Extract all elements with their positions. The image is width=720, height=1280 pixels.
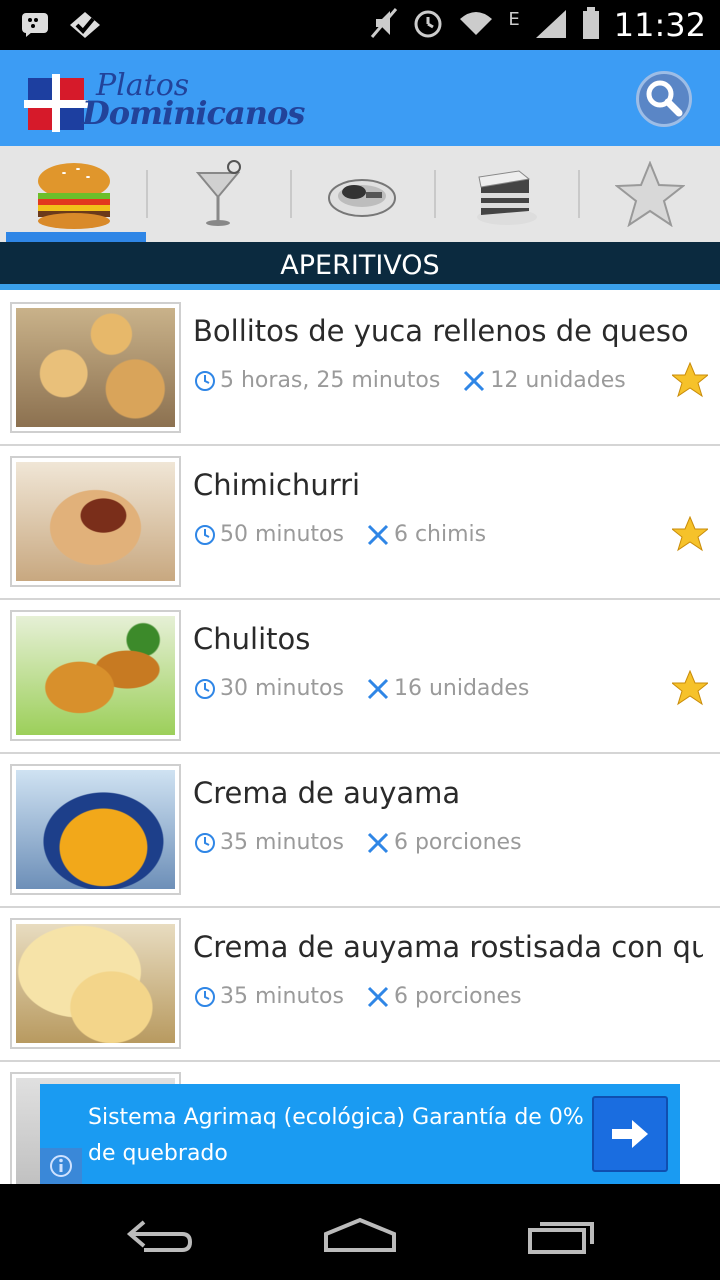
utensils-icon	[367, 524, 389, 545]
recipe-item[interactable]: Crema de auyama 35 minutos 6 porciones	[0, 754, 720, 908]
recipe-title: Bollitos de yuca rellenos de queso	[193, 314, 689, 348]
search-icon	[646, 80, 683, 117]
recipe-time: 35 minutos	[220, 830, 344, 855]
status-time: 11:32	[613, 6, 706, 44]
recipe-title: Crema de auyama rostisada con queso	[193, 930, 703, 964]
recipe-thumbnail	[10, 610, 181, 741]
arrow-right-icon	[612, 1120, 648, 1148]
recipe-list: Bollitos de yuca rellenos de queso 5 hor…	[0, 292, 720, 1216]
favorite-star-icon[interactable]	[672, 670, 708, 706]
network-type-label: E	[508, 8, 520, 30]
bbm-icon	[20, 10, 50, 44]
back-icon[interactable]	[124, 1216, 196, 1256]
main-dish-icon	[328, 179, 396, 217]
recipe-item[interactable]: Bollitos de yuca rellenos de queso 5 hor…	[0, 292, 720, 446]
utensils-icon	[367, 986, 389, 1007]
search-button[interactable]	[636, 71, 692, 127]
recipe-time: 5 horas, 25 minutos	[220, 368, 441, 393]
recipe-item[interactable]: Chimichurri 50 minutos 6 chimis	[0, 446, 720, 600]
recipe-title: Crema de auyama	[193, 776, 461, 810]
ad-arrow-button[interactable]	[592, 1096, 668, 1172]
clock-icon	[195, 678, 215, 699]
recipe-yield: 16 unidades	[393, 676, 530, 701]
ad-info-button[interactable]	[40, 1148, 82, 1184]
tab-postres[interactable]	[434, 146, 578, 242]
recipe-thumbnail	[10, 302, 181, 433]
logo-line-2: Dominicanos	[82, 94, 305, 132]
burger-icon	[38, 163, 110, 229]
tab-favoritos[interactable]	[578, 146, 720, 242]
tab-bebidas[interactable]	[146, 146, 290, 242]
mute-icon	[370, 7, 398, 43]
ad-banner[interactable]: Sistema Agrimaq (ecológica) Garantía de …	[40, 1084, 680, 1184]
navigation-bar	[0, 1184, 720, 1280]
utensils-icon	[464, 370, 485, 391]
recipe-thumbnail	[10, 456, 181, 587]
star-icon	[615, 161, 685, 227]
recipe-time: 50 minutos	[220, 522, 344, 547]
ad-text: Sistema Agrimaq (ecológica) Garantía de …	[88, 1105, 584, 1166]
signal-icon	[534, 8, 568, 42]
favorite-star-icon[interactable]	[672, 516, 708, 552]
wifi-icon	[458, 9, 494, 41]
favorite-star-icon[interactable]	[672, 362, 708, 398]
category-tabs	[0, 146, 720, 242]
recipe-time: 35 minutos	[220, 984, 344, 1009]
clock-icon	[195, 370, 215, 391]
recipe-yield: 6 chimis	[393, 522, 487, 547]
recipe-time: 30 minutos	[220, 676, 344, 701]
recipe-item[interactable]: Crema de auyama rostisada con queso 35 m…	[0, 908, 720, 1062]
utensils-icon	[367, 832, 389, 853]
recipe-thumbnail	[10, 918, 181, 1049]
status-bar: E 11:32	[0, 0, 720, 50]
section-title: APERITIVOS	[0, 242, 720, 290]
checkmark-notification-icon	[68, 10, 102, 44]
recipe-title: Chulitos	[193, 622, 311, 656]
info-icon	[50, 1155, 72, 1177]
cake-icon	[477, 170, 537, 225]
app-bar: Platos Dominicanos	[0, 50, 720, 146]
clock-icon	[195, 986, 215, 1007]
cocktail-icon	[195, 160, 241, 226]
recipe-yield: 6 porciones	[393, 984, 522, 1009]
clock-icon	[195, 524, 215, 545]
battery-icon	[582, 7, 600, 43]
recipe-item[interactable]: Chulitos 30 minutos 16 unidades	[0, 600, 720, 754]
home-icon[interactable]	[322, 1214, 398, 1254]
utensils-icon	[367, 678, 389, 699]
recent-apps-icon[interactable]	[526, 1216, 598, 1256]
recipe-yield: 6 porciones	[393, 830, 522, 855]
tab-platos-fuertes[interactable]	[290, 146, 434, 242]
flag-utensils-icon	[24, 74, 88, 132]
app-logo[interactable]: Platos Dominicanos	[24, 68, 305, 132]
recipe-yield: 12 unidades	[490, 368, 626, 393]
recipe-title: Chimichurri	[193, 468, 361, 502]
tab-aperitivos[interactable]	[2, 146, 146, 242]
clock-icon	[195, 832, 215, 853]
alarm-icon	[412, 7, 444, 43]
recipe-thumbnail	[10, 764, 181, 895]
